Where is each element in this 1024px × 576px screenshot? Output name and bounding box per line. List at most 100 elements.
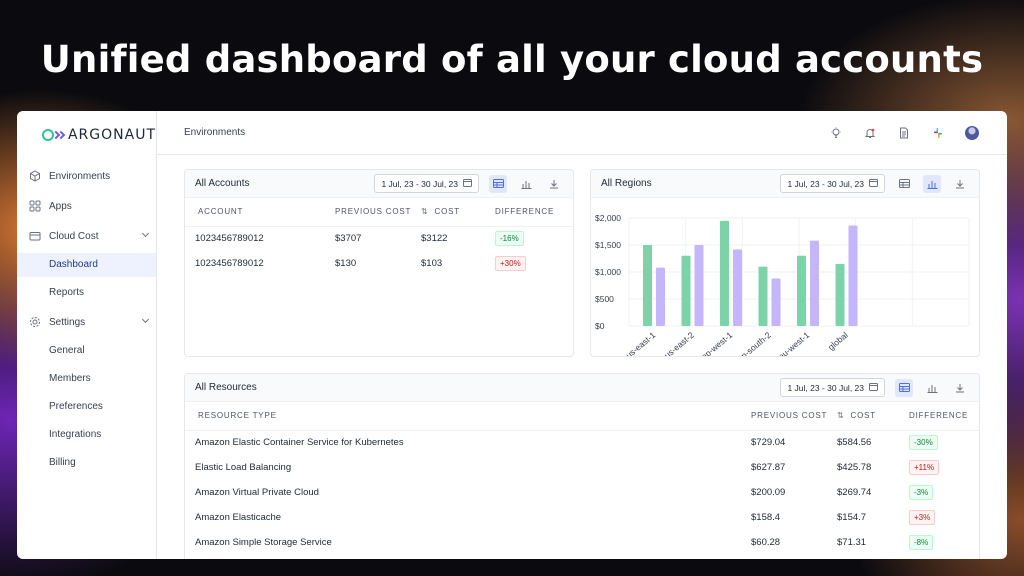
difference-badge: -16% [495, 231, 524, 247]
resource-type: Amazon Virtual Private Cloud [195, 487, 319, 498]
download-icon[interactable] [951, 379, 969, 397]
bar [733, 249, 742, 326]
sidebar-item-label: Environments [49, 170, 111, 182]
col-difference[interactable]: DIFFERENCE [495, 198, 573, 227]
date-range-text: 1 Jul, 23 - 30 Jul, 23 [787, 382, 864, 393]
sidebar-item-members[interactable]: Members [17, 367, 156, 391]
account-id: 1023456789012 [195, 258, 264, 269]
sidebar-item-reports[interactable]: Reports [17, 281, 156, 305]
table-row[interactable]: Amazon Virtual Private Cloud $200.09 $26… [185, 480, 979, 505]
col-previous-cost[interactable]: PREVIOUS COST [335, 198, 421, 227]
table-row[interactable]: Amazon Elastic Container Service for Kub… [185, 430, 979, 455]
cost: $154.7 [837, 512, 867, 523]
sort-icon: ⇅ [421, 207, 429, 217]
sidebar-item-label: Apps [49, 200, 72, 212]
table-view-icon[interactable] [895, 175, 913, 193]
resources-table: RESOURCE TYPE PREVIOUS COST ⇅ COST DIFFER… [185, 402, 979, 555]
y-tick-label: $1,500 [595, 240, 621, 250]
x-tick-label: global [826, 330, 850, 352]
sidebar-item-dashboard[interactable]: Dashboard [17, 253, 156, 277]
sidebar: ARGONAUT Environments Apps Cloud Cost Da… [17, 111, 157, 559]
dashboard-content: All Accounts 1 Jul, 23 - 30 Jul, 23 ACCO… [157, 155, 1007, 559]
user-avatar[interactable] [965, 125, 979, 140]
sidebar-item-general[interactable]: General [17, 339, 156, 363]
table-row[interactable]: Amazon Simple Storage Service $60.28 $71… [185, 530, 979, 555]
regions-date-picker[interactable]: 1 Jul, 23 - 30 Jul, 23 [780, 174, 885, 193]
sidebar-item-apps[interactable]: Apps [17, 193, 156, 219]
app-window: ARGONAUT Environments Apps Cloud Cost Da… [17, 111, 1007, 559]
resources-date-picker[interactable]: 1 Jul, 23 - 30 Jul, 23 [780, 378, 885, 397]
bar [835, 263, 845, 326]
download-icon[interactable] [545, 175, 563, 193]
table-view-icon[interactable] [895, 378, 913, 397]
bar [694, 245, 704, 326]
table-row[interactable]: Amazon Elasticache $158.4 $154.7 +3% [185, 505, 979, 530]
bar [681, 255, 691, 326]
chart-view-icon[interactable] [923, 379, 941, 397]
y-tick-label: $500 [595, 294, 614, 304]
previous-cost: $729.04 [751, 437, 786, 449]
col-resource-type[interactable]: RESOURCE TYPE [185, 402, 751, 431]
resources-title: All Resources [195, 382, 257, 393]
previous-cost: $3707 [335, 233, 362, 245]
cost: $584.56 [837, 437, 872, 449]
page-headline: Unified dashboard of all your cloud acco… [40, 38, 984, 81]
bar [643, 245, 652, 326]
previous-cost: $130 [335, 258, 357, 269]
sidebar-item-cloud-cost[interactable]: Cloud Cost [17, 223, 156, 249]
previous-cost: $158.4 [751, 512, 781, 523]
chevron-down-icon[interactable] [141, 315, 150, 324]
col-difference[interactable]: DIFFERENCE [909, 402, 979, 431]
sidebar-item-environments[interactable]: Environments [17, 163, 156, 189]
sidebar-item-billing[interactable]: Billing [17, 451, 156, 475]
bar [720, 220, 729, 326]
accounts-date-picker[interactable]: 1 Jul, 23 - 30 Jul, 23 [374, 174, 479, 193]
top-bar: Environments [157, 111, 1007, 155]
bar [797, 255, 806, 326]
x-tick-label: ap-west-1 [699, 330, 734, 356]
lightbulb-icon[interactable] [829, 126, 843, 140]
table-row[interactable]: 1023456789012 $3707 $3122 -16% [185, 226, 573, 251]
sidebar-item-preferences[interactable]: Preferences [17, 395, 156, 419]
date-range-text: 1 Jul, 23 - 30 Jul, 23 [787, 178, 864, 189]
x-tick-label: us-east-2 [662, 330, 696, 356]
col-cost[interactable]: ⇅ COST [421, 198, 495, 227]
table-view-icon[interactable] [489, 174, 507, 193]
resource-type: Amazon Elasticache [195, 512, 282, 523]
col-previous-cost[interactable]: PREVIOUS COST [751, 402, 837, 431]
bell-icon[interactable] [863, 126, 877, 140]
x-tick-label: us-east-1 [624, 330, 658, 356]
cost: $103 [421, 258, 443, 269]
chevron-down-icon[interactable] [141, 229, 150, 238]
document-icon[interactable] [897, 126, 911, 140]
chart-view-icon[interactable] [517, 175, 535, 193]
y-tick-label: $1,000 [595, 267, 621, 277]
sidebar-item-label: Settings [49, 316, 86, 328]
date-range-text: 1 Jul, 23 - 30 Jul, 23 [381, 178, 458, 189]
table-row[interactable]: 1023456789012 $130 $103 +30% [185, 251, 573, 276]
y-tick-label: $0 [595, 321, 605, 331]
download-icon[interactable] [951, 175, 969, 193]
bar [656, 267, 665, 326]
slack-icon[interactable] [931, 126, 945, 140]
difference-badge: -30% [909, 435, 938, 451]
table-row[interactable]: Elastic Load Balancing $627.87 $425.78 +… [185, 455, 979, 480]
sidebar-item-settings[interactable]: Settings [17, 309, 156, 335]
cost: $269.74 [837, 487, 872, 498]
y-tick-label: $2,000 [595, 213, 621, 223]
calendar-icon [869, 382, 878, 393]
difference-badge: +30% [495, 256, 526, 271]
sidebar-item-integrations[interactable]: Integrations [17, 423, 156, 447]
brand-logo[interactable]: ARGONAUT [17, 125, 156, 145]
previous-cost: $200.09 [751, 487, 786, 498]
col-cost[interactable]: ⇅ COST [837, 402, 909, 431]
difference-badge: +3% [909, 510, 936, 525]
resource-type: Amazon Elastic Container Service for Kub… [195, 437, 404, 449]
bar [810, 240, 819, 326]
col-account[interactable]: ACCOUNT [185, 198, 335, 227]
bar [771, 278, 781, 326]
resources-card: All Resources 1 Jul, 23 - 30 Jul, 23 RES… [184, 373, 980, 559]
account-id: 1023456789012 [195, 233, 264, 245]
cost: $71.31 [837, 537, 867, 548]
chart-view-icon[interactable] [923, 174, 941, 193]
